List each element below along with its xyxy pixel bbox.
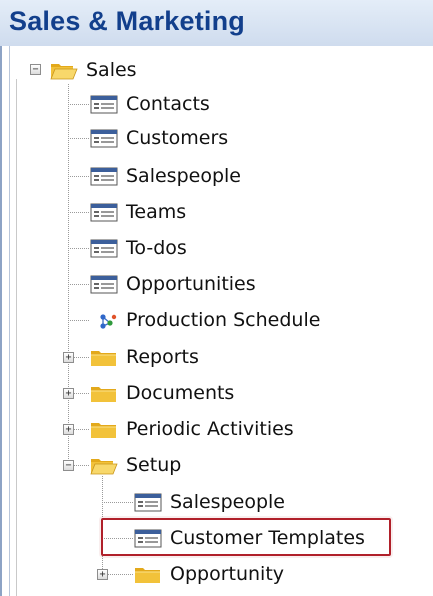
panel-inner-border	[9, 46, 10, 596]
schedule-icon	[90, 311, 118, 330]
tree-item-label: Periodic Activities	[126, 418, 294, 440]
form-icon	[90, 167, 118, 186]
tree-item-setup-salespeople[interactable]: Salespeople	[134, 487, 285, 517]
tree-item-to-dos[interactable]: To-dos	[90, 233, 187, 263]
tree-item-label: Opportunity	[170, 563, 285, 585]
tree-item-sales[interactable]: Sales	[50, 55, 137, 85]
tree-item-production-schedule[interactable]: Production Schedule	[90, 305, 320, 335]
form-icon	[134, 529, 162, 548]
tree-item-label: Sales	[86, 59, 137, 81]
tree-item-setup[interactable]: Setup	[90, 450, 181, 480]
tree-item-label: Documents	[126, 382, 235, 404]
expand-toggle-sales[interactable]: −	[30, 64, 41, 75]
tree-item-opportunities[interactable]: Opportunities	[90, 269, 256, 299]
expand-toggle-documents[interactable]: +	[63, 388, 74, 399]
panel-header: Sales & Marketing	[0, 0, 433, 46]
tree-item-label: Salespeople	[170, 491, 285, 513]
form-icon	[90, 275, 118, 294]
tree-item-label: Contacts	[126, 93, 210, 115]
expand-toggle-setup[interactable]: −	[63, 460, 74, 471]
expand-toggle-periodic-activities[interactable]: +	[63, 424, 74, 435]
tree-item-periodic-activities[interactable]: Periodic Activities	[90, 414, 294, 444]
tree-item-customer-templates[interactable]: Customer Templates	[134, 523, 365, 553]
expand-toggle-opportunity[interactable]: +	[97, 569, 108, 580]
folder-closed-icon	[90, 420, 118, 439]
tree-item-label: Customers	[126, 127, 229, 149]
folder-open-icon	[50, 61, 78, 80]
form-icon	[90, 203, 118, 222]
tree-item-opportunity[interactable]: Opportunity	[134, 559, 284, 589]
tree-item-label: Opportunities	[126, 273, 256, 295]
tree-item-contacts[interactable]: Contacts	[90, 89, 210, 119]
tree-item-label: Setup	[126, 454, 182, 476]
tree-item-customers[interactable]: Customers	[90, 123, 228, 153]
tree-item-label: Production Schedule	[126, 309, 321, 331]
tree-item-label: Reports	[126, 346, 199, 368]
tree-item-teams[interactable]: Teams	[90, 197, 186, 227]
panel-left-border	[0, 46, 2, 596]
folder-closed-icon	[90, 384, 118, 403]
form-icon	[134, 493, 162, 512]
tree-item-salespeople[interactable]: Salespeople	[90, 161, 241, 191]
tree-item-label: Teams	[126, 201, 187, 223]
tree-item-reports[interactable]: Reports	[90, 342, 199, 372]
expand-toggle-reports[interactable]: +	[63, 352, 74, 363]
panel-title: Sales & Marketing	[9, 6, 245, 36]
tree-item-label: Salespeople	[126, 165, 241, 187]
form-icon	[90, 129, 118, 148]
tree-item-label: Customer Templates	[170, 527, 365, 549]
tree-item-documents[interactable]: Documents	[90, 378, 234, 408]
folder-closed-icon	[90, 348, 118, 367]
form-icon	[90, 95, 118, 114]
folder-open-icon	[90, 456, 118, 475]
tree-item-label: To-dos	[126, 237, 187, 259]
folder-closed-icon	[134, 565, 162, 584]
form-icon	[90, 239, 118, 258]
